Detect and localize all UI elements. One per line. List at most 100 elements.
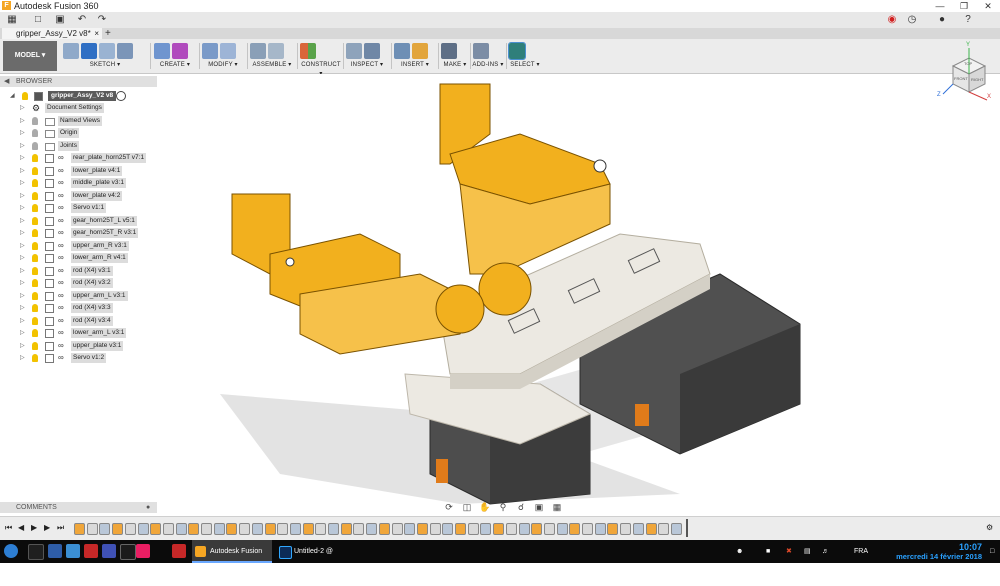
timeline-feature-icon[interactable]	[658, 523, 670, 535]
expand-arrow-icon[interactable]: ▷	[20, 340, 25, 352]
redo-icon[interactable]: ↷	[96, 14, 108, 26]
visibility-bulb-icon[interactable]	[32, 216, 38, 225]
construct-group[interactable]: CONSTRUCT ▾	[299, 41, 343, 77]
collapse-icon[interactable]: ◀	[4, 76, 9, 87]
close-tab-icon[interactable]: ×	[94, 28, 99, 39]
start-icon[interactable]	[4, 544, 18, 558]
account-icon[interactable]: ●	[936, 14, 948, 26]
play-icon[interactable]: ▶	[31, 523, 37, 532]
sketch-menu[interactable]: SKETCH ▾	[62, 61, 148, 70]
orbit-icon[interactable]: ⟳	[443, 501, 455, 513]
tree-item-label[interactable]: lower_arm_R v4:1	[71, 253, 128, 263]
tree-item-label[interactable]: rod (X4) v3:1	[71, 265, 113, 276]
tree-item-label[interactable]: Origin	[58, 128, 80, 138]
timeline-feature-icon[interactable]	[467, 523, 479, 535]
zoom-window-icon[interactable]: ⚲	[497, 501, 509, 513]
app-grid-icon[interactable]: ▦	[6, 14, 18, 26]
tree-item-label[interactable]: Servo v1:1	[71, 203, 107, 213]
expand-arrow-icon[interactable]: ▷	[20, 215, 25, 227]
pinned-app-icon[interactable]	[136, 544, 150, 558]
grid-icon[interactable]: ▦	[551, 501, 563, 513]
tree-item[interactable]: ▷ Joints	[0, 140, 157, 152]
tree-item[interactable]: ▷ ∞ lower_plate v4:1	[0, 165, 157, 177]
timeline-feature-icon[interactable]	[162, 523, 174, 535]
tree-item-label[interactable]: lower_plate v4:2	[71, 190, 123, 201]
tree-item[interactable]: ▷ ∞ rod (X4) v3:1	[0, 265, 157, 277]
tree-item-label[interactable]: rod (X4) v3:2	[71, 278, 113, 288]
tree-item[interactable]: ▷ ∞ Servo v1:1	[0, 202, 157, 214]
section-analysis-icon[interactable]	[364, 43, 380, 59]
pinned-app-icon[interactable]	[84, 544, 98, 558]
expand-arrow-icon[interactable]: ◢	[10, 90, 15, 102]
tree-item-label[interactable]: gear_horn25T_R v3:1	[71, 228, 139, 238]
insert-group[interactable]: INSERT ▾	[393, 41, 437, 71]
tree-item-label[interactable]: Named Views	[58, 115, 102, 126]
expand-arrow-icon[interactable]: ▷	[20, 252, 25, 264]
extrude-icon[interactable]	[154, 43, 170, 59]
tree-item[interactable]: ▷ ∞ gear_horn25T_R v3:1	[0, 227, 157, 239]
press-pull-icon[interactable]	[202, 43, 218, 59]
taskbar-photoshop[interactable]: Untitled-2 @ 66.7%...	[276, 540, 356, 578]
tree-item[interactable]: ▷ Named Views	[0, 115, 157, 127]
expand-arrow-icon[interactable]: ▷	[20, 315, 25, 327]
record-icon[interactable]: ◉	[886, 14, 898, 26]
modify-menu[interactable]: MODIFY ▾	[201, 61, 245, 70]
network-icon[interactable]: ▤	[804, 540, 811, 563]
tree-item[interactable]: ▷ ∞ upper_arm_R v3:1	[0, 240, 157, 252]
fillet-icon[interactable]	[220, 43, 236, 59]
timeline-feature-icon[interactable]	[620, 523, 632, 535]
line-icon[interactable]	[81, 43, 97, 59]
select-group[interactable]: SELECT ▾	[508, 41, 542, 71]
timeline-feature-icon[interactable]	[594, 523, 606, 535]
expand-arrow-icon[interactable]: ▷	[20, 290, 25, 302]
timeline-feature-icon[interactable]	[607, 523, 619, 535]
modify-group[interactable]: MODIFY ▾	[201, 41, 245, 71]
tree-item-label[interactable]: Joints	[58, 140, 79, 151]
timeline-feature-icon[interactable]	[455, 523, 466, 535]
help-icon[interactable]: ?	[962, 14, 974, 26]
timeline-feature-icon[interactable]	[416, 523, 428, 535]
inspect-group[interactable]: INSPECT ▾	[345, 41, 389, 71]
visibility-bulb-icon[interactable]	[32, 341, 38, 350]
tree-item[interactable]: ▷ Origin	[0, 127, 157, 139]
new-tab-icon[interactable]: +	[105, 28, 111, 39]
language-indicator[interactable]: FRA	[854, 540, 868, 563]
tray-icon[interactable]: ■	[766, 540, 770, 563]
clock-time[interactable]: 10:07	[959, 542, 982, 552]
pinned-app-icon[interactable]	[48, 544, 62, 558]
timeline-feature-icon[interactable]	[645, 523, 657, 535]
expand-arrow-icon[interactable]: ▷	[20, 327, 25, 339]
expand-arrow-icon[interactable]: ▷	[20, 277, 25, 289]
tree-item[interactable]: ▷ ∞ lower_plate v4:2	[0, 190, 157, 202]
step-forward-icon[interactable]: ▶	[44, 523, 50, 532]
visibility-bulb-icon[interactable]	[32, 354, 38, 362]
tree-item-label[interactable]: lower_plate v4:1	[71, 165, 123, 176]
sketch-group[interactable]: SKETCH ▾	[62, 41, 148, 71]
timeline-feature-icon[interactable]	[340, 523, 352, 535]
tree-item[interactable]: ▷ ∞ upper_arm_L v3:1	[0, 290, 157, 302]
timeline-feature-icon[interactable]	[493, 523, 505, 535]
timeline-feature-icon[interactable]	[99, 523, 111, 535]
visibility-bulb-icon[interactable]	[32, 141, 38, 150]
pinned-app-icon[interactable]	[172, 544, 186, 558]
clock-date[interactable]: mercredi 14 février 2018	[896, 552, 982, 561]
people-icon[interactable]: ☻	[736, 540, 743, 563]
timeline-feature-icon[interactable]	[582, 523, 593, 535]
expand-arrow-icon[interactable]: ▷	[20, 115, 25, 127]
timeline-feature-icon[interactable]	[175, 523, 187, 535]
pan-icon[interactable]: ✋	[479, 501, 491, 513]
assemble-group[interactable]: ASSEMBLE ▾	[249, 41, 295, 71]
insert-mesh-icon[interactable]	[412, 43, 428, 59]
timeline-feature-icon[interactable]	[315, 523, 327, 535]
tree-item[interactable]: ▷ ∞ rod (X4) v3:4	[0, 315, 157, 327]
expand-arrow-icon[interactable]: ▷	[20, 140, 25, 152]
comments-options-icon[interactable]: ●	[146, 502, 150, 513]
timeline-feature-icon[interactable]	[518, 523, 530, 535]
visibility-bulb-icon[interactable]	[32, 329, 38, 337]
create-menu[interactable]: CREATE ▾	[153, 61, 197, 70]
tree-item[interactable]: ▷ ∞ middle_plate v3:1	[0, 177, 157, 189]
view-cube[interactable]: Y X Z TOP FRONT RIGHT	[935, 42, 995, 104]
timeline-marker[interactable]	[686, 519, 688, 537]
visibility-bulb-icon[interactable]	[32, 291, 38, 300]
scripts-icon[interactable]	[473, 43, 489, 59]
